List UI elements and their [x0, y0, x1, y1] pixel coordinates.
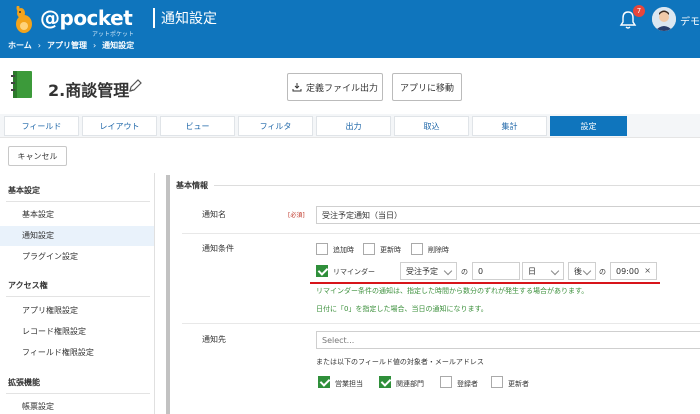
reminder-of-label: の: [599, 268, 606, 276]
required-badge: [必須]: [288, 212, 305, 219]
header-divider: [153, 8, 155, 28]
recipient-sales-checkbox[interactable]: [318, 376, 330, 388]
user-name[interactable]: デモ: [680, 13, 700, 28]
reminder-unit-value: 日: [528, 266, 536, 276]
reminder-offset-input[interactable]: 0: [472, 262, 520, 280]
clear-icon[interactable]: ×: [644, 266, 651, 275]
reminder-field-select[interactable]: 受注予定: [400, 262, 457, 280]
section-title: 基本情報: [176, 181, 208, 190]
sidebar-item-plugin-settings[interactable]: プラグイン設定: [0, 247, 154, 267]
recipient-department-label: 関連部門: [396, 380, 424, 388]
sidebar-section-extensions: 拡張機能: [8, 378, 40, 387]
sidebar-divider: [6, 201, 150, 202]
tab-settings[interactable]: 設定: [550, 116, 627, 136]
settings-sidebar: 基本設定 基本設定 通知設定 プラグイン設定 アクセス権 アプリ権限設定 レコー…: [0, 173, 155, 414]
page-title: 通知設定: [161, 11, 217, 27]
chevron-down-icon: [582, 266, 592, 276]
zero-day-note: 日付に「0」を指定した場合、当日の通知になります。: [316, 305, 488, 313]
settings-tab-bar: フィールド レイアウト ビュー フィルタ 出力 取込 集計 設定: [0, 114, 700, 138]
reminder-checkbox[interactable]: [316, 265, 328, 277]
go-to-app-button[interactable]: アプリに移動: [392, 73, 462, 101]
sidebar-item-notification-settings[interactable]: 通知設定: [0, 226, 154, 246]
breadcrumb-home[interactable]: ホーム: [8, 40, 32, 51]
condition-add-label: 追加時: [333, 246, 354, 254]
condition-delete-label: 削除時: [428, 246, 449, 254]
reminder-of-label: の: [461, 268, 468, 276]
reminder-time-value: 09:00: [616, 266, 640, 276]
app-title: 2.商談管理: [48, 81, 130, 100]
row-divider: [182, 233, 700, 234]
condition-add-checkbox[interactable]: [316, 243, 328, 255]
reminder-direction-select[interactable]: 後: [568, 262, 596, 280]
recipient-updater-checkbox[interactable]: [491, 376, 503, 388]
breadcrumb: ホーム › アプリ管理 › 通知設定: [8, 40, 134, 51]
notebook-icon: [11, 71, 32, 98]
notification-name-label: 通知名: [202, 210, 226, 219]
chevron-down-icon: [550, 266, 560, 276]
brand-subtitle: アットポケット: [92, 31, 135, 38]
notification-badge: 7: [633, 5, 645, 17]
top-header: @pocket アットポケット 通知設定 ホーム › アプリ管理 › 通知設定 …: [0, 0, 700, 58]
reminder-unit-select[interactable]: 日: [522, 262, 564, 280]
cancel-button[interactable]: キャンセル: [8, 146, 67, 166]
chevron-down-icon: [443, 266, 453, 276]
tab-output[interactable]: 出力: [316, 116, 391, 136]
sidebar-item-app-permissions[interactable]: アプリ権限設定: [0, 301, 154, 321]
tab-filter[interactable]: フィルタ: [238, 116, 313, 136]
sidebar-divider: [6, 296, 150, 297]
tab-view[interactable]: ビュー: [160, 116, 235, 136]
reminder-label: リマインダー: [333, 268, 375, 276]
sidebar-item-basic-settings[interactable]: 基本設定: [0, 205, 154, 225]
tab-aggregate[interactable]: 集計: [472, 116, 547, 136]
kangaroo-logo-icon[interactable]: [12, 6, 36, 34]
pencil-icon[interactable]: [127, 78, 143, 94]
tab-import[interactable]: 取込: [394, 116, 469, 136]
breadcrumb-current: 通知設定: [102, 41, 135, 50]
tab-field[interactable]: フィールド: [4, 116, 79, 136]
section-divider: [214, 185, 700, 186]
sidebar-section-basic: 基本設定: [8, 186, 40, 195]
export-definition-label: 定義ファイル出力: [305, 83, 378, 94]
reminder-highlight-underline: [310, 282, 660, 284]
sidebar-divider: [6, 393, 150, 394]
avatar[interactable]: [652, 7, 676, 31]
notification-name-input[interactable]: 受注予定通知（当日）: [316, 206, 700, 224]
recipient-updater-label: 更新者: [508, 380, 529, 388]
export-definition-button[interactable]: 定義ファイル出力: [287, 73, 383, 101]
row-divider: [182, 323, 700, 324]
tab-layout[interactable]: レイアウト: [82, 116, 157, 136]
notification-condition-label: 通知条件: [202, 244, 234, 253]
recipient-department-checkbox[interactable]: [379, 376, 391, 388]
brand-name[interactable]: @pocket: [40, 6, 133, 30]
reminder-direction-value: 後: [574, 266, 582, 276]
recipient-select[interactable]: Select...: [316, 331, 700, 349]
recipient-creator-label: 登録者: [457, 380, 478, 388]
recipient-help-text: または以下のフィールド値の対象者・メールアドレス: [316, 358, 484, 366]
condition-delete-checkbox[interactable]: [411, 243, 423, 255]
notification-form: 基本情報 通知名 [必須] 受注予定通知（当日） 通知条件 追加時 更新時 削除…: [166, 175, 700, 414]
breadcrumb-separator: ›: [92, 41, 97, 50]
download-icon: [292, 83, 302, 92]
sidebar-item-record-permissions[interactable]: レコード権限設定: [0, 322, 154, 342]
recipient-sales-label: 営業担当: [335, 380, 363, 388]
recipient-label: 通知先: [202, 335, 226, 344]
sidebar-section-access: アクセス権: [8, 281, 48, 290]
reminder-field-value: 受注予定: [406, 266, 438, 276]
sidebar-item-field-permissions[interactable]: フィールド権限設定: [0, 343, 154, 363]
reminder-note: リマインダー条件の通知は、指定した時間から数分のずれが発生する場合があります。: [316, 287, 589, 295]
condition-update-checkbox[interactable]: [363, 243, 375, 255]
sidebar-item-report-settings[interactable]: 帳票設定: [0, 397, 154, 414]
condition-update-label: 更新時: [380, 246, 401, 254]
recipient-creator-checkbox[interactable]: [440, 376, 452, 388]
breadcrumb-separator: ›: [37, 41, 41, 50]
reminder-time-input[interactable]: 09:00 ×: [610, 262, 657, 280]
breadcrumb-app-admin[interactable]: アプリ管理: [47, 40, 87, 51]
